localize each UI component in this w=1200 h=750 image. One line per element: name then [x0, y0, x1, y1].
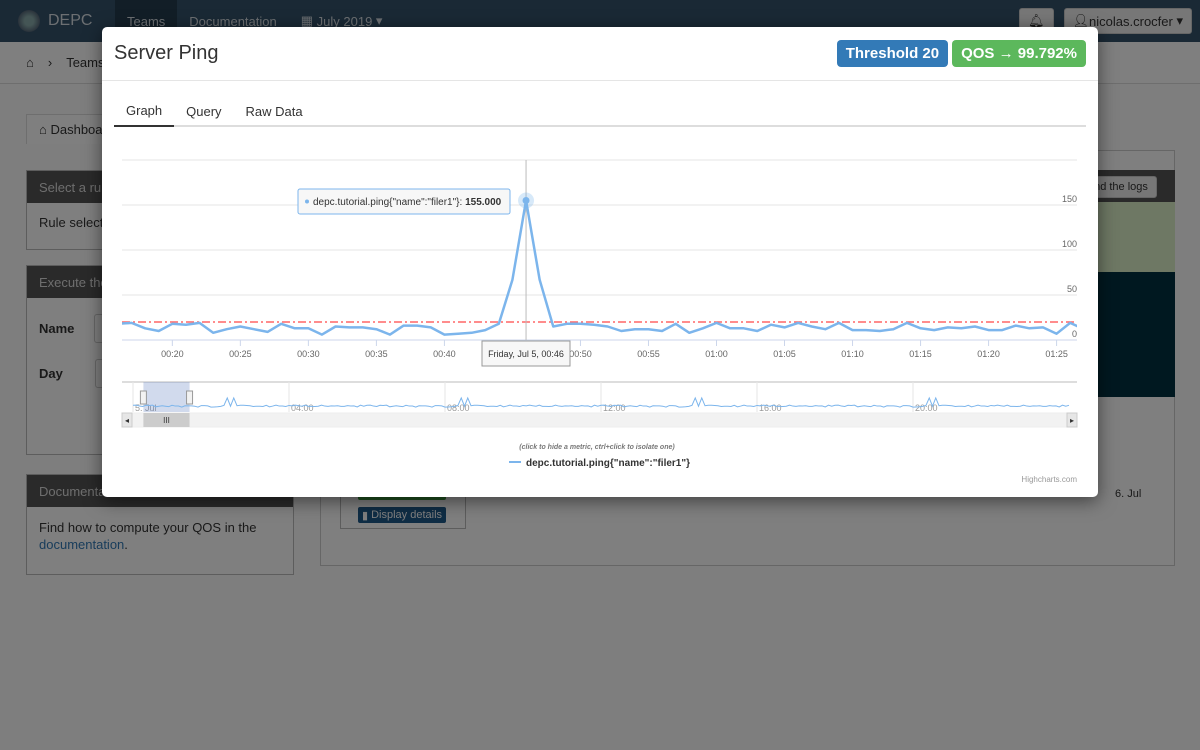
- x-tick-label: 00:30: [297, 349, 320, 359]
- x-tick-label: 00:20: [161, 349, 184, 359]
- arrow-icon: ◂: [125, 416, 129, 425]
- x-tick-label: 01:05: [773, 349, 796, 359]
- tooltip-dot: [305, 199, 309, 204]
- x-tick-label: 01:25: [1045, 349, 1068, 359]
- x-tick-label: 00:35: [365, 349, 388, 359]
- credits-link[interactable]: Highcharts.com: [1021, 475, 1077, 484]
- server-ping-modal: Server Ping Threshold 20 QOS → 99.792% G…: [102, 27, 1098, 497]
- tooltip-text: depc.tutorial.ping{"name":"filer1"}: 155…: [313, 197, 502, 208]
- navigator-tick-label: 04:00: [291, 403, 314, 413]
- ping-chart: 05010015000:2000:2500:3000:3500:4000:450…: [121, 159, 1078, 484]
- x-tick-label: 01:15: [909, 349, 932, 359]
- arrow-icon: ▸: [1070, 416, 1074, 425]
- navigator-tick-label: 16:00: [759, 403, 782, 413]
- scrollbar-track[interactable]: [121, 412, 1078, 428]
- x-tick-label: 01:10: [841, 349, 864, 359]
- y-tick-label: 0: [1072, 329, 1077, 339]
- x-tick-label: 00:40: [433, 349, 456, 359]
- x-tooltip-text: Friday, Jul 5, 00:46: [488, 349, 564, 359]
- navigator-handle[interactable]: [186, 390, 194, 405]
- legend-hint: (click to hide a metric, ctrl+click to i…: [519, 444, 675, 451]
- y-tick-label: 50: [1067, 284, 1077, 294]
- x-tick-label: 00:55: [637, 349, 660, 359]
- x-tick-label: 00:50: [569, 349, 592, 359]
- y-tick-label: 150: [1062, 194, 1077, 204]
- navigator-mask: [143, 382, 190, 412]
- legend-label: depc.tutorial.ping{"name":"filer1"}: [526, 458, 690, 469]
- y-tick-label: 100: [1062, 239, 1077, 249]
- x-tick-label: 01:20: [977, 349, 1000, 359]
- x-tick-label: 00:25: [229, 349, 252, 359]
- x-tick-label: 01:00: [705, 349, 728, 359]
- navigator-handle[interactable]: [139, 390, 147, 405]
- scrollbar-grip-icon: III: [163, 416, 170, 425]
- navigator-tick-label: 12:00: [603, 403, 626, 413]
- series-line: [122, 199, 1077, 336]
- hover-point: [522, 197, 530, 204]
